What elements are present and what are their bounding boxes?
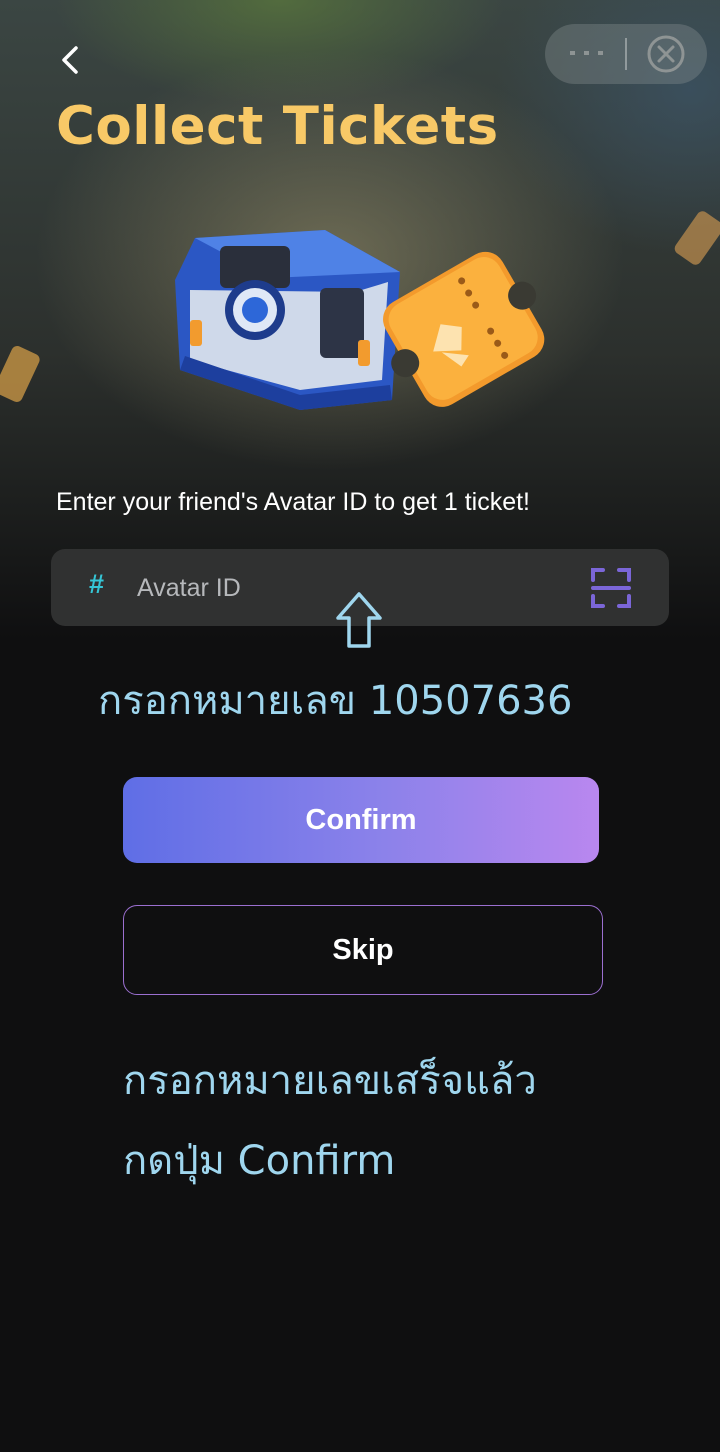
- treasure-chest-and-ticket-image: [175, 230, 545, 410]
- chest-icon: [175, 230, 400, 410]
- annotation-press-confirm: กดปุ่ม Confirm: [123, 1138, 396, 1184]
- ticket-decoration-icon: [674, 211, 720, 265]
- mini-program-capsule: [545, 24, 707, 84]
- scan-button[interactable]: [589, 566, 633, 610]
- chevron-left-icon: [62, 46, 78, 74]
- arrow-up-outline-icon: [336, 592, 382, 648]
- annotation-after-entry: กรอกหมายเลขเสร็จแล้ว: [123, 1058, 537, 1104]
- ticket-icon: [383, 251, 545, 407]
- scan-icon: [591, 568, 631, 608]
- confirm-button[interactable]: Confirm: [123, 777, 599, 863]
- instruction-text: Enter your friend's Avatar ID to get 1 t…: [56, 488, 530, 516]
- close-circle-icon: [647, 35, 685, 73]
- more-dots-icon: [570, 51, 603, 55]
- ticket-decoration-icon: [0, 346, 40, 402]
- skip-button[interactable]: Skip: [123, 905, 603, 995]
- close-button[interactable]: [646, 34, 686, 74]
- page-title: Collect Tickets: [56, 96, 499, 157]
- hash-prefix: #: [89, 569, 105, 599]
- capsule-divider: [625, 38, 627, 70]
- more-button[interactable]: [567, 41, 607, 65]
- back-button[interactable]: [50, 40, 90, 80]
- annotation-enter-number: กรอกหมายเลข 10507636: [98, 678, 573, 724]
